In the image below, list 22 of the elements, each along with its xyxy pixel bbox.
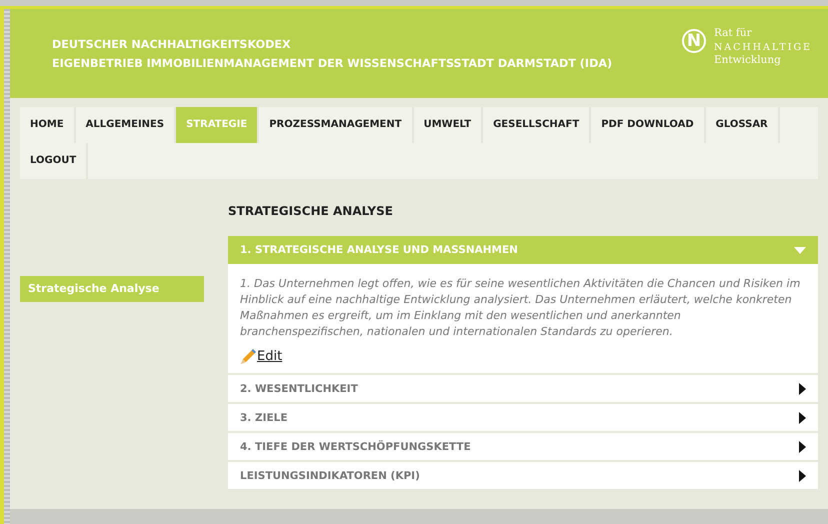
nav-tab[interactable]: PDF DOWNLOAD: [591, 107, 706, 143]
caret-right-icon: [799, 470, 806, 482]
nav-tab[interactable]: PROZESSMANAGEMENT: [259, 107, 414, 143]
caret-down-icon: [794, 246, 806, 254]
page-heading: STRATEGISCHE ANALYSE: [228, 204, 394, 218]
logo-text: Entwicklung: [714, 54, 782, 68]
nav-tab[interactable]: UMWELT: [414, 107, 484, 143]
caret-right-icon: [799, 440, 806, 452]
logo-mark: N: [682, 29, 706, 54]
nav-tab[interactable]: HOME: [20, 107, 76, 143]
caret-right-icon: [799, 382, 806, 394]
caret-right-icon: [799, 412, 806, 424]
nav-tab[interactable]: GESELLSCHAFT: [483, 107, 592, 143]
logo-text: NACHHALTIGE: [714, 40, 812, 54]
pencil-icon: [240, 348, 257, 365]
header-title: DEUTSCHER NACHHALTIGKEITSKODEX: [52, 36, 292, 52]
section-description: 1. Das Unternehmen legt offen, wie es für seine wesentlichen Aktivitäten die Chancen und Risiken im Hinblick auf eine nachhaltige Entwicklung analysiert. Das Unternehmen erläutert, welche konkreten Maßnahmen es ergreift, um im Einklang mit den wesentlichen und anerkannten branchenspezifischen, nationalen und internationalen Standards zu operieren.: [240, 276, 802, 340]
edit-link[interactable]: Edit: [257, 349, 282, 365]
nav-tab[interactable]: GLOSSAR: [706, 107, 780, 143]
logo-text: Rat für: [714, 27, 753, 41]
header-title: EIGENBETRIEB IMMOBILIENMANAGEMENT DER WISSENSCHAFTSSTADT DARMSTADT (IDA): [52, 56, 612, 72]
nav-tab[interactable]: LOGOUT: [20, 143, 88, 179]
